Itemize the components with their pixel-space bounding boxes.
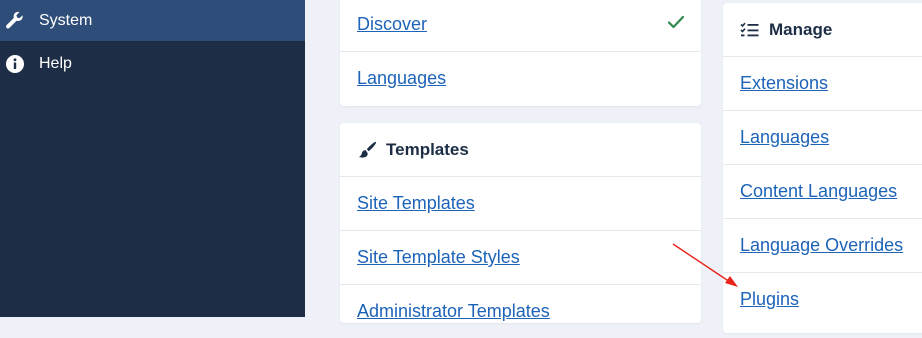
annotation-arrow-icon: [672, 243, 738, 287]
